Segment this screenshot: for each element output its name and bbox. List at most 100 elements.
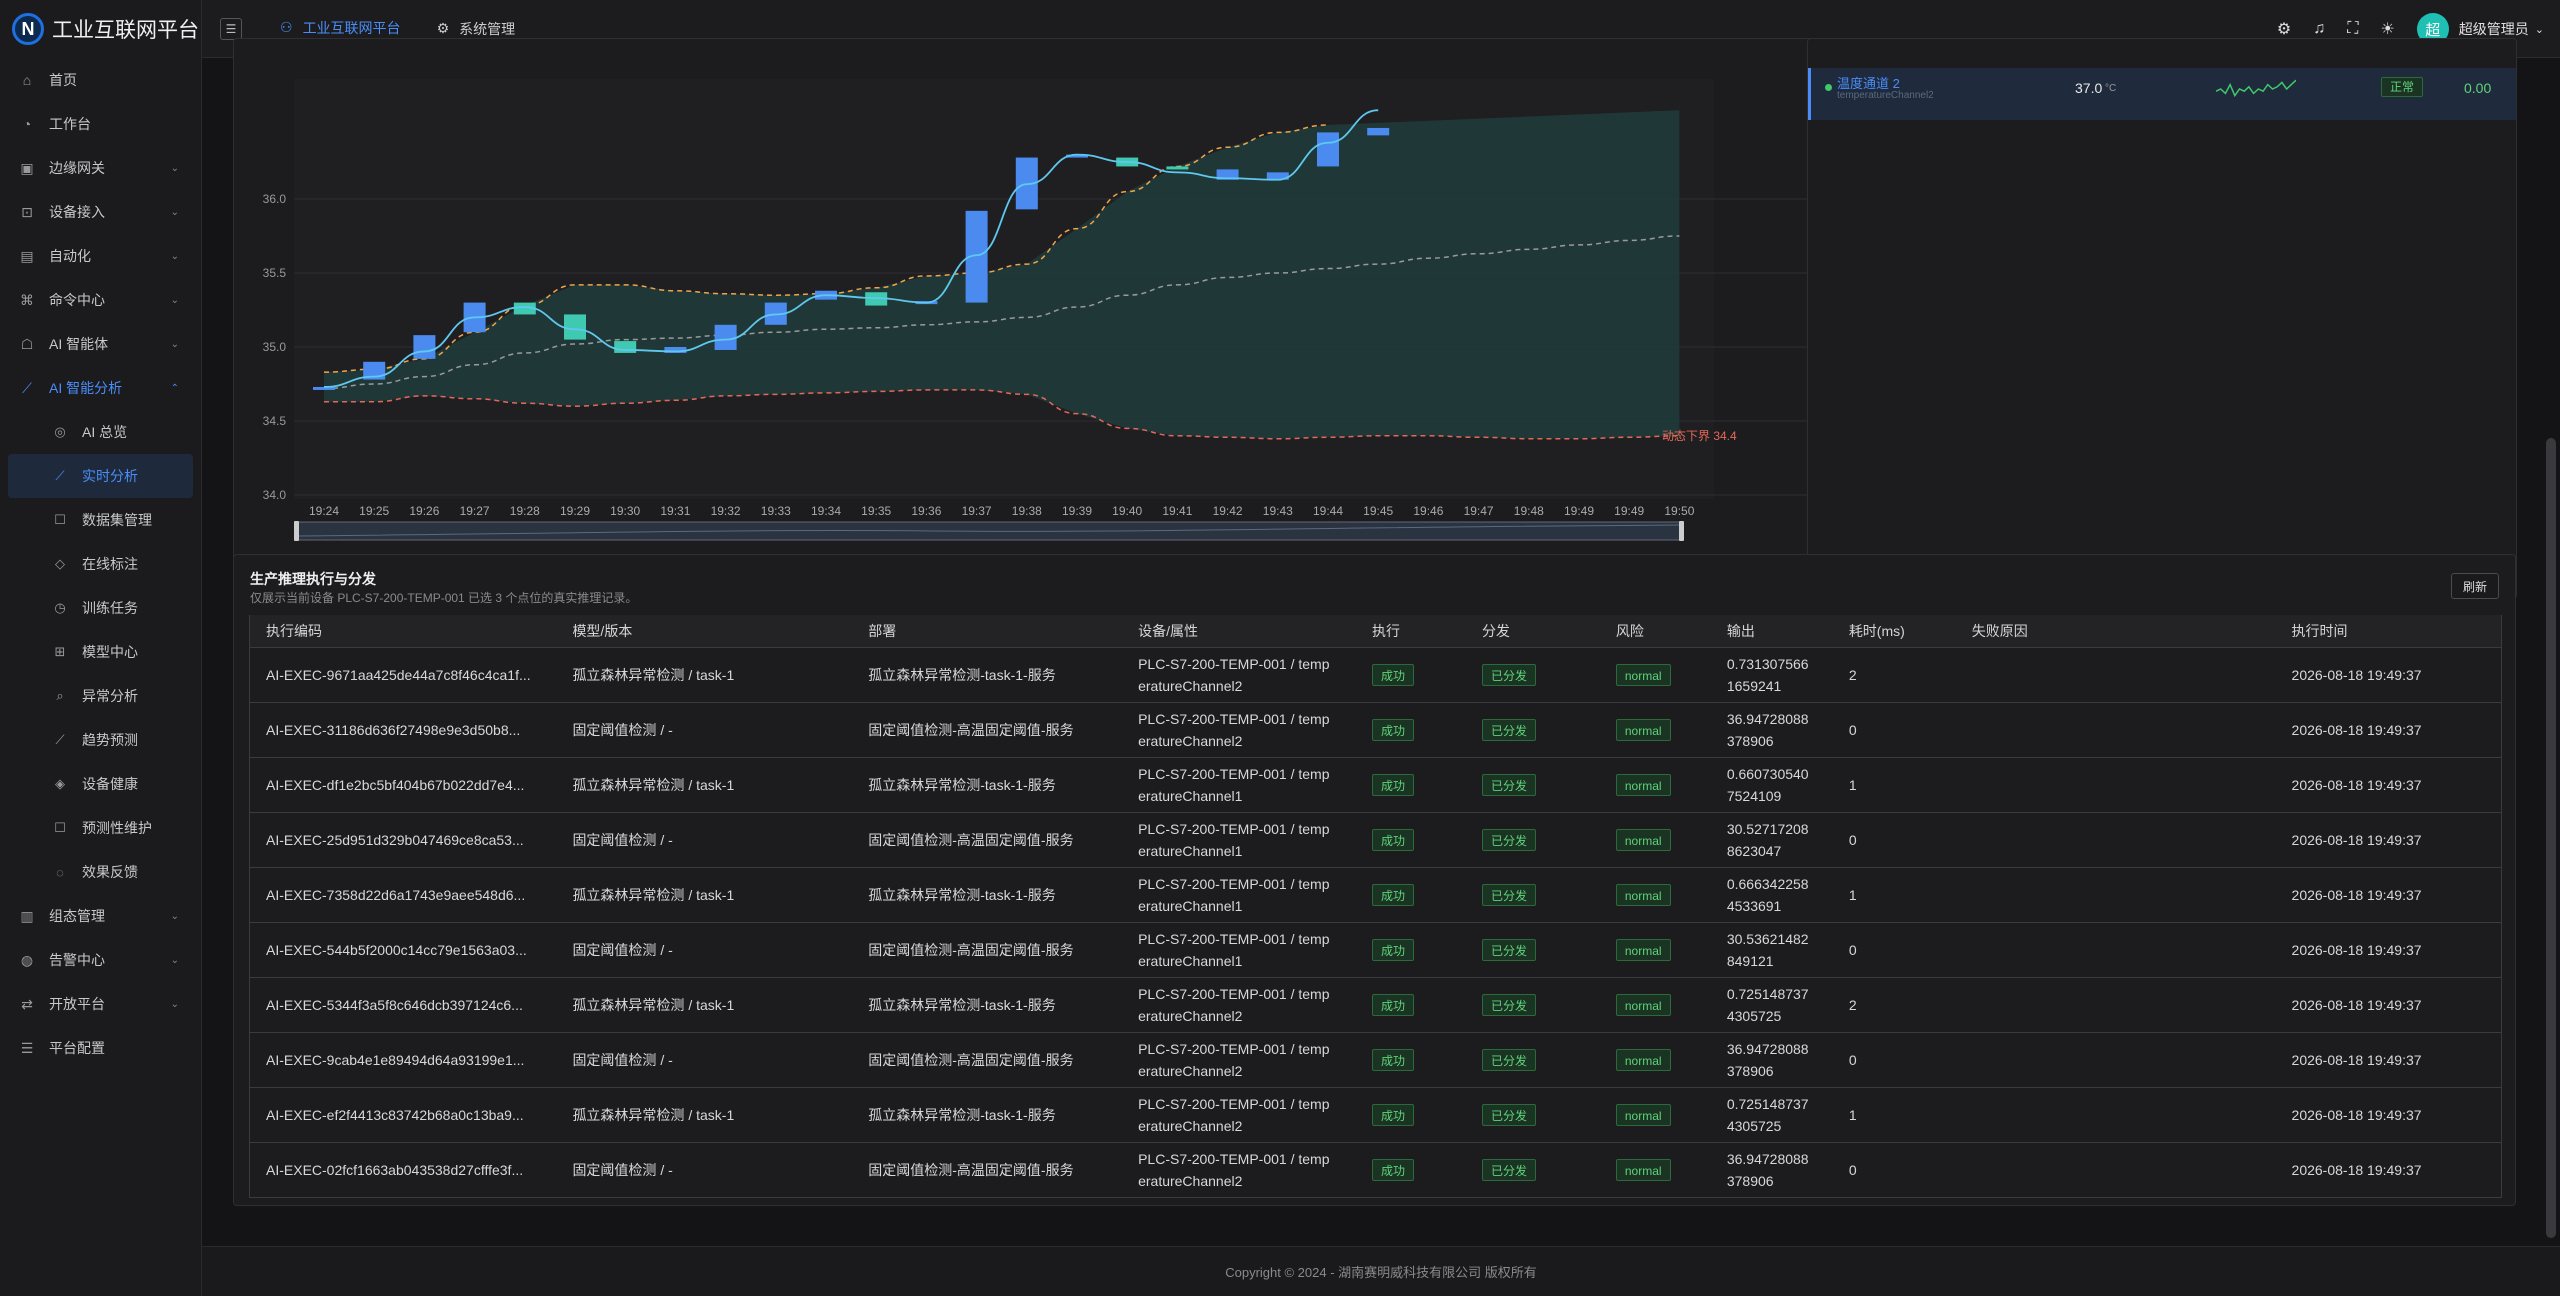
sidebar-item-settings[interactable]: ☰ 平台配置: [0, 1026, 201, 1070]
duration: 1: [1832, 867, 1956, 923]
status-badge: 成功: [1371, 1158, 1414, 1181]
exec-code: AI-EXEC-02fcf1663ab043538d27cfffe3f...: [249, 1142, 557, 1198]
exec-time-text: 2026-08-18 19:49:37: [2291, 1106, 2422, 1123]
sidebar-item-automation[interactable]: ▤ 自动化 ⌄: [0, 234, 201, 278]
sidebar-item-alarm[interactable]: ◍ 告警中心 ⌄: [0, 938, 201, 982]
sidebar-item-feedback[interactable]: ◌ 效果反馈: [8, 850, 193, 894]
sidebar-item-home[interactable]: ⌂ 首页: [0, 58, 201, 102]
sidebar-item-dashboard[interactable]: ◔ 工作台: [0, 102, 201, 146]
table-title: 生产推理执行与分发: [250, 571, 376, 587]
robot-icon: ☖: [20, 335, 34, 352]
sidebar-item-device[interactable]: ⊡ 设备接入 ⌄: [0, 190, 201, 234]
model-version: 固定阈值检测 / -: [556, 1142, 853, 1198]
fullscreen-icon[interactable]: ⛶: [2347, 20, 2358, 38]
sidebar-item-label: 边缘网关: [49, 160, 105, 176]
table-row[interactable]: AI-EXEC-31186d636f27498e9e3d50b8... 固定阈值检…: [249, 702, 2502, 758]
table-row[interactable]: AI-EXEC-7358d22d6a1743e9aee548d6... 孤立森林异…: [249, 867, 2502, 923]
tab-system-label: 系统管理: [459, 20, 516, 37]
exec-time-text: 2026-08-18 19:49:37: [2291, 886, 2422, 903]
exec-time: 2026-08-18 19:49:37: [2275, 647, 2502, 703]
lower-bound-annotation: 动态下界 34.4: [1662, 429, 1737, 443]
sidebar-item-model[interactable]: ⊞ 模型中心: [8, 630, 193, 674]
output-value: 30.52717208 8623047: [1710, 812, 1833, 868]
sidebar-item-robot[interactable]: ☖ AI 智能体 ⌄: [0, 322, 201, 366]
model-icon: ⊞: [54, 644, 66, 659]
exec-code-text: AI-EXEC-544b5f2000c14cc79e1563a03...: [266, 941, 527, 958]
sidebar-item-shield[interactable]: ◈ 设备健康: [8, 762, 193, 806]
sidebar-item-clock[interactable]: ◷ 训练任务: [8, 586, 193, 630]
sidebar-item-command[interactable]: ⌘ 命令中心 ⌄: [0, 278, 201, 322]
deployment-text: 孤立森林异常检测-task-1-服务: [868, 666, 1056, 683]
table-row[interactable]: AI-EXEC-02fcf1663ab043538d27cfffe3f... 固定…: [249, 1142, 2502, 1198]
table-row[interactable]: AI-EXEC-9cab4e1e89494d64a93199e1... 固定阈值检…: [249, 1032, 2502, 1088]
dispatch-status: 已分发: [1465, 757, 1600, 813]
config-icon: ▥: [20, 907, 34, 924]
menu-toggle-icon[interactable]: ☰: [220, 17, 242, 40]
exec-status: 成功: [1355, 1087, 1466, 1143]
sidebar-item-search[interactable]: ⌕ 异常分析: [8, 674, 193, 718]
output-line-2: 4305725: [1726, 1007, 1782, 1024]
table-row[interactable]: AI-EXEC-ef2f4413c83742b68a0c13ba9... 孤立森林…: [249, 1087, 2502, 1143]
status-badge: 正常: [2381, 77, 2424, 97]
exec-status: 成功: [1355, 1032, 1466, 1088]
device-attr: PLC-S7-200-TEMP-001 / temp eratureChannel…: [1122, 867, 1356, 923]
exec-time-text: 2026-08-18 19:49:37: [2291, 1051, 2422, 1068]
theme-icon[interactable]: ☀: [2380, 19, 2394, 39]
sidebar-item-open[interactable]: ⇄ 开放平台 ⌄: [0, 982, 201, 1026]
model-version: 孤立森林异常检测 / task-1: [556, 977, 853, 1033]
attr-line: eratureChannel1: [1138, 842, 1243, 859]
channel-row[interactable]: 温度通道 2 temperatureChannel2 37.0 °C 正常 0.…: [1808, 68, 2516, 120]
duration: 0: [1832, 812, 1956, 868]
exec-code: AI-EXEC-31186d636f27498e9e3d50b8...: [249, 702, 557, 758]
realtime-icon: ⟋: [55, 468, 65, 483]
output-line-1: 36.94728088: [1726, 710, 1809, 727]
trend-icon: ⟋: [55, 732, 65, 747]
exec-time-text: 2026-08-18 19:49:37: [2291, 666, 2422, 683]
sidebar-item-gateway[interactable]: ▣ 边缘网关 ⌄: [0, 146, 201, 190]
output-value: 36.94728088 378906: [1710, 1142, 1833, 1198]
app-logo[interactable]: N 工业互联网平台: [0, 0, 201, 58]
sidebar-item-config[interactable]: ▥ 组态管理 ⌄: [0, 894, 201, 938]
sidebar-item-overview[interactable]: ◎ AI 总览: [8, 410, 193, 454]
refresh-button[interactable]: 刷新: [2451, 573, 2499, 599]
status-badge: 成功: [1371, 1103, 1414, 1126]
status-badge: normal: [1615, 773, 1671, 796]
user-name[interactable]: 超级管理员: [2459, 19, 2529, 39]
model-version-text: 孤立森林异常检测 / task-1: [572, 996, 735, 1013]
sidebar-item-dataset[interactable]: ☐ 数据集管理: [8, 498, 193, 542]
chevron-down-icon: ⌄: [170, 162, 179, 174]
realtime-chart[interactable]: 36.0 35.5 35.0 34.5 34.0 19:24 19:25 19:26 19:27…: [234, 39, 2002, 600]
device-icon: ⊡: [21, 203, 33, 220]
model-version: 孤立森林异常检测 / task-1: [556, 1087, 853, 1143]
page-scrollbar[interactable]: [2546, 438, 2556, 1238]
device-attr: PLC-S7-200-TEMP-001 / temp eratureChannel…: [1122, 647, 1356, 703]
table-row[interactable]: AI-EXEC-df1e2bc5bf404b67b022dd7e4... 孤立森林…: [249, 757, 2502, 813]
y-tick-label: 36.0: [263, 192, 287, 206]
duration-text: 0: [1848, 941, 1857, 958]
overview-icon: ◎: [54, 424, 66, 439]
sidebar-item-realtime[interactable]: ⟋ 实时分析: [8, 454, 193, 498]
table-row[interactable]: AI-EXEC-5344f3a5f8c646dcb397124c6... 孤立森林…: [249, 977, 2502, 1033]
sidebar-item-tag[interactable]: ◇ 在线标注: [8, 542, 193, 586]
table-row[interactable]: AI-EXEC-9671aa425de44a7c8f46c4ca1f... 孤立森…: [249, 647, 2502, 703]
exec-code: AI-EXEC-df1e2bc5bf404b67b022dd7e4...: [249, 757, 557, 813]
duration-text: 1: [1848, 886, 1857, 903]
status-badge: 已分发: [1481, 883, 1536, 906]
output-line-1: 0.660730540: [1726, 765, 1809, 782]
sidebar-item-maintenance[interactable]: ☐ 预测性维护: [8, 806, 193, 850]
table-row[interactable]: AI-EXEC-25d951d329b047469ce8ca53... 固定阈值检…: [249, 812, 2502, 868]
sidebar-item-analytics[interactable]: ⟋ AI 智能分析 ⌃: [0, 366, 201, 410]
sidebar-item-trend[interactable]: ⟋ 趋势预测: [8, 718, 193, 762]
dispatch-status: 已分发: [1465, 812, 1600, 868]
bell-icon[interactable]: ♫: [2313, 20, 2325, 38]
sidebar-item-label: 实时分析: [82, 468, 138, 484]
risk-level: normal: [1599, 922, 1711, 978]
clock-icon: ◷: [54, 600, 66, 615]
fail-reason: [1955, 812, 2276, 868]
chevron-down-icon[interactable]: ⌄: [2535, 23, 2544, 36]
table-row[interactable]: AI-EXEC-544b5f2000c14cc79e1563a03... 固定阈值…: [249, 922, 2502, 978]
status-badge: 成功: [1371, 938, 1414, 961]
duration-text: 0: [1848, 831, 1857, 848]
sidebar-item-label: 数据集管理: [82, 512, 152, 528]
settings-icon[interactable]: ⚙: [2277, 19, 2291, 39]
